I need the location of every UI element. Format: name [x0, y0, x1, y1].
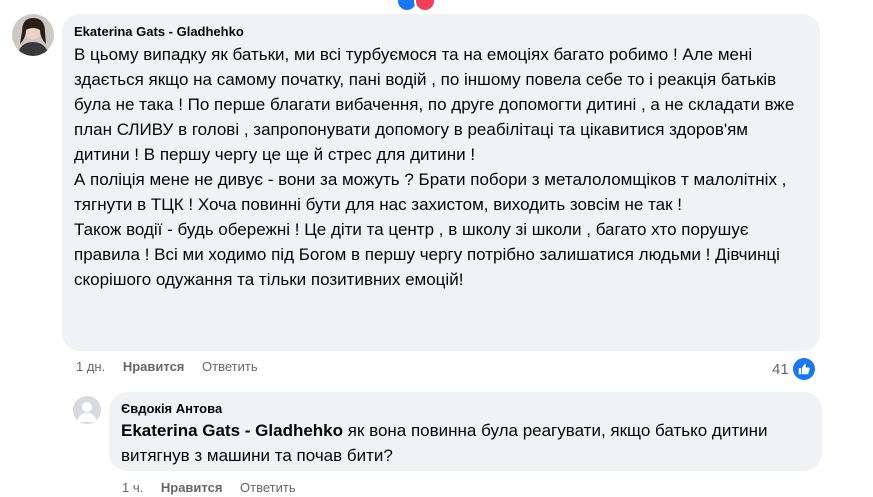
- reply-button[interactable]: Ответить: [202, 359, 258, 374]
- comment-author[interactable]: Євдокія Антова: [121, 401, 810, 417]
- comment-paragraph: А поліція мене не дивує - вони за можуть…: [74, 170, 787, 214]
- avatar[interactable]: [73, 396, 101, 424]
- mention-tag[interactable]: Ekaterina Gats - Gladhehko: [121, 421, 343, 440]
- comment-text: В цьому випадку як батьки, ми всі турбує…: [74, 42, 808, 292]
- reply-button[interactable]: Ответить: [240, 480, 296, 495]
- like-icon: [792, 358, 815, 380]
- like-button[interactable]: Нравится: [161, 480, 223, 495]
- like-button[interactable]: Нравится: [123, 359, 185, 374]
- comment-bubble: Ekaterina Gats - Gladhehko В цьому випад…: [62, 14, 820, 351]
- reaction-summary[interactable]: 41: [772, 358, 815, 380]
- comment-paragraph: В цьому випадку як батьки, ми всі турбує…: [74, 45, 795, 164]
- avatar[interactable]: [12, 14, 54, 56]
- comment-time[interactable]: 1 ч.: [122, 480, 143, 495]
- comment-actions: 1 дн. Нравится Ответить: [76, 359, 272, 374]
- reaction-count: 41: [772, 360, 789, 378]
- comment-paragraph: Також водії - будь обережні ! Це діти та…: [74, 220, 780, 289]
- comment-text: Ekaterina Gats - Gladhehko як вона повин…: [121, 418, 810, 468]
- comment-time[interactable]: 1 дн.: [76, 359, 105, 374]
- comment-actions: 1 ч. Нравится Ответить: [122, 480, 310, 495]
- comment-author[interactable]: Ekaterina Gats - Gladhehko: [74, 24, 808, 40]
- reply-bubble: Євдокія Антова Ekaterina Gats - Gladhehk…: [109, 392, 822, 471]
